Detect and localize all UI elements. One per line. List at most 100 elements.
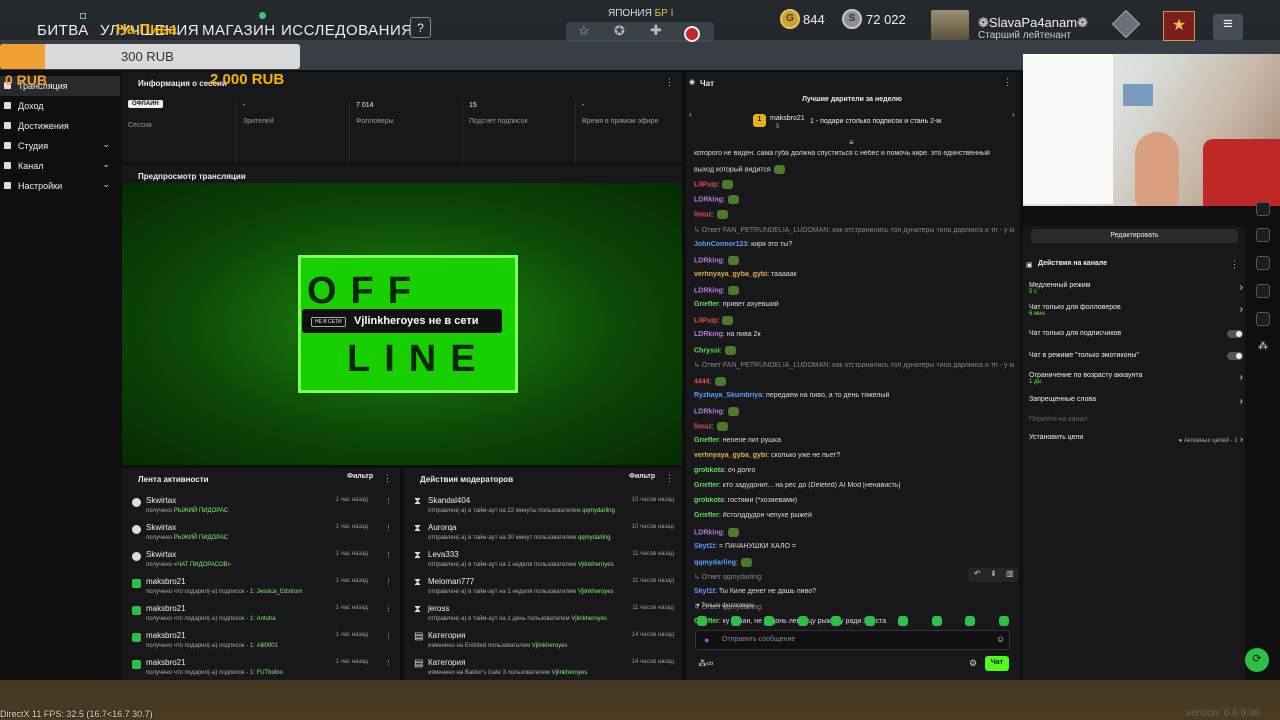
- chat-username[interactable]: LDRking: [694, 331, 723, 338]
- toggle-switch[interactable]: [1227, 352, 1243, 360]
- emote-icon[interactable]: [864, 616, 875, 626]
- mod-action-user[interactable]: Aurorqa: [428, 523, 456, 532]
- activity-row[interactable]: maksbro21 получено что подарил(-а) подпис…: [122, 575, 400, 602]
- chevron-right-icon[interactable]: ›: [1240, 372, 1243, 383]
- nav-research[interactable]: ИССЛЕДОВАНИЯ: [281, 22, 413, 39]
- chat-username[interactable]: 4444: [694, 378, 710, 385]
- chat-message[interactable]: LDRking:: [694, 406, 1014, 416]
- dashboard-icon[interactable]: [1256, 202, 1270, 216]
- activity-filter-button[interactable]: Фильтр: [347, 473, 373, 480]
- chat-username[interactable]: limuz: [694, 423, 712, 430]
- mod-action-user[interactable]: Категория: [428, 631, 465, 640]
- activity-row[interactable]: Skwirtax получено РЫЖИЙ ПИДОРАС 1 час наза…: [122, 521, 400, 548]
- share-icon[interactable]: ⁂: [1258, 341, 1268, 352]
- player-avatar[interactable]: [931, 10, 969, 40]
- chat-message[interactable]: Ryzhaya_Skumbriya: передаем на пиво, а т…: [694, 392, 1014, 399]
- mod-action-user[interactable]: jeross: [428, 604, 449, 613]
- chat-message[interactable]: LilPuip:: [694, 316, 1014, 326]
- emote-icon[interactable]: [831, 616, 841, 626]
- chat-username[interactable]: LDRking: [694, 257, 723, 264]
- chat-message[interactable]: grobkota: гостями (*хозяевами): [694, 497, 1014, 504]
- chat-username[interactable]: LilPuip: [694, 182, 717, 189]
- activity-row[interactable]: Skwirtax получено РЫЖИЙ ПИДОРАС 1 час наза…: [122, 494, 400, 521]
- emote-icon[interactable]: [898, 616, 908, 626]
- mod-actions-filter-button[interactable]: Фильтр: [629, 473, 655, 480]
- chat-username[interactable]: LDRking: [694, 408, 723, 415]
- emote-icon[interactable]: [730, 616, 741, 626]
- more-icon[interactable]: ⋮: [385, 605, 392, 613]
- squad-icon[interactable]: ✚: [650, 22, 662, 39]
- chat-username[interactable]: Skyt1t: [694, 588, 715, 595]
- device-icon[interactable]: [1256, 284, 1270, 298]
- chat-username[interactable]: LilPuip: [694, 317, 717, 324]
- nav-battle[interactable]: БИТВА: [37, 22, 89, 39]
- help-button[interactable]: ?: [410, 17, 431, 38]
- star-icon[interactable]: ☆: [578, 23, 590, 39]
- chat-username[interactable]: Griefler: [694, 512, 719, 519]
- activity-row[interactable]: maksbro21 получено что подарил(-а) подпис…: [122, 656, 400, 683]
- chat-message[interactable]: Skyt1t: Ты Киле денег не дашь пиво?: [694, 588, 1014, 595]
- mod-action-user[interactable]: Meloman777: [428, 577, 474, 586]
- chat-message[interactable]: LDRking:: [694, 195, 1014, 205]
- chat-username[interactable]: Ryzhaya_Skumbriya: [694, 392, 762, 399]
- emoji-icon[interactable]: ☺: [996, 634, 1005, 644]
- chat-message[interactable]: LDRking: на пива 2к: [694, 331, 1014, 338]
- more-icon[interactable]: ⋮: [1230, 259, 1239, 270]
- channel-action-row[interactable]: Ограничение по возрасту аккаунта 1 дн. ›: [1029, 372, 1243, 385]
- mod-action-row[interactable]: ⧗ Meloman777 отправлен(-а) в тайм-аут на 1…: [404, 575, 682, 602]
- channel-action-row[interactable]: Запрещенные слова ›: [1029, 396, 1243, 407]
- chat-username[interactable]: Griefler: [694, 482, 719, 489]
- activity-row[interactable]: maksbro21 получено что подарил(-а) подпис…: [122, 629, 400, 656]
- channel-action-row[interactable]: Медленный режим 5 с ›: [1029, 282, 1243, 295]
- mod-action-user[interactable]: Leva333: [428, 550, 459, 559]
- more-icon[interactable]: ⋮: [665, 473, 674, 484]
- mod-action-row[interactable]: ⧗ Leva333 отправлен(-а) в тайм-аут на 1 не…: [404, 548, 682, 575]
- player-name[interactable]: ❁SlavaPa4anam❁: [978, 15, 1088, 31]
- delete-icon[interactable]: ▥: [1006, 569, 1014, 578]
- chat-message[interactable]: limuz:: [694, 421, 1014, 431]
- mod-action-row[interactable]: ⧗ Aurorqa отправлен(-а) в тайм-аут на 30 м…: [404, 521, 682, 548]
- chat-message[interactable]: Griefler: #столддудон чепухе рыжей: [694, 512, 1014, 519]
- premium-star-icon[interactable]: ★: [1163, 11, 1195, 41]
- chevron-left-icon[interactable]: ‹: [689, 110, 692, 119]
- chat-message[interactable]: JohnConnor123: киря это ты?: [694, 241, 1014, 248]
- chat-message[interactable]: 4444:: [694, 376, 1014, 386]
- menu-icon[interactable]: ≡: [1213, 14, 1243, 40]
- chat-message[interactable]: Griefler: нenene пит рушка: [694, 437, 1014, 444]
- sidebar-item-settings[interactable]: Настройки ⌄: [0, 176, 120, 196]
- mod-action-row[interactable]: ▤ Категория изменено на Enlisted пользоват…: [404, 629, 682, 656]
- channel-action-row[interactable]: Чат в режиме "только эмотиконы": [1029, 352, 1243, 360]
- activity-row[interactable]: Skwirtax получено «ЧАТ ПИДОРАСОВ» 1 час на…: [122, 548, 400, 575]
- chevron-right-icon[interactable]: ›: [1012, 110, 1015, 119]
- more-icon[interactable]: ⋮: [385, 497, 392, 505]
- chat-username[interactable]: JohnConnor123: [694, 241, 747, 248]
- emote-icon[interactable]: [965, 616, 975, 626]
- more-icon[interactable]: ⋮: [1003, 77, 1012, 88]
- chevron-right-icon[interactable]: ›: [1240, 282, 1243, 293]
- chat-message[interactable]: которого не виден. сама губа должна спус…: [694, 150, 1014, 157]
- chat-username[interactable]: LDRking: [694, 197, 723, 204]
- chat-message[interactable]: LDRking:: [694, 527, 1014, 537]
- mod-action-user[interactable]: Категория: [428, 658, 465, 667]
- chat-message[interactable]: ↳ Ответ qqmydarling:: [694, 573, 1014, 581]
- mod-action-row[interactable]: ⧗ jeross отправлен(-а) в тайм-аут на 1 ден…: [404, 602, 682, 629]
- channel-action-row[interactable]: Установить цели ● Активных целей - 1 ›: [1029, 434, 1243, 444]
- chat-username[interactable]: verhnyaya_gyba_gybi: [694, 452, 767, 459]
- channel-action-row[interactable]: Перейти на канал: [1029, 416, 1243, 423]
- chat-message[interactable]: verhnyaya_gyba_gybi: тааааак: [694, 271, 1014, 278]
- activity-user[interactable]: maksbro21: [146, 631, 186, 640]
- emote-icon[interactable]: [764, 616, 774, 626]
- chat-message[interactable]: выход который видится: [694, 165, 1014, 175]
- more-icon[interactable]: ⋮: [385, 524, 392, 532]
- chat-tools-icon[interactable]: ⁂∞: [698, 658, 713, 669]
- more-icon[interactable]: ⋮: [385, 578, 392, 586]
- activity-user[interactable]: Skwirtax: [146, 550, 176, 559]
- sidebar-item-studio[interactable]: Студия ⌄: [0, 136, 120, 156]
- emote-icon[interactable]: [797, 616, 808, 626]
- chat-username[interactable]: LDRking: [694, 287, 723, 294]
- chat-username[interactable]: LDRking: [694, 529, 723, 536]
- mod-action-row[interactable]: ⧗ Skandal404 отправлен(-а) в тайм-аут на 2…: [404, 494, 682, 521]
- chat-username[interactable]: Griefler: [694, 301, 719, 308]
- chat-message[interactable]: qqmydarling:: [694, 557, 1014, 567]
- refresh-icon[interactable]: ⟳: [1245, 648, 1269, 672]
